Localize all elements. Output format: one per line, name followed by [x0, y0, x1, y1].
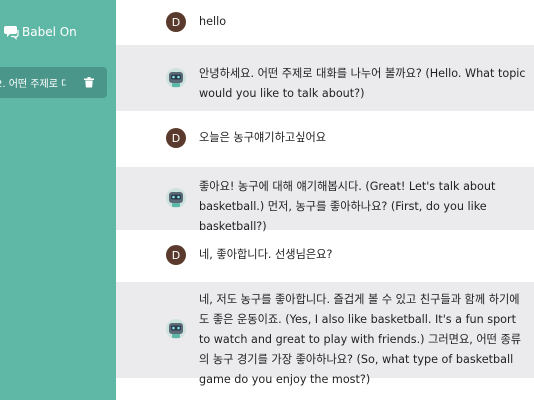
- message-row: D 오늘은 농구얘기하고싶어요: [116, 111, 534, 167]
- message-row: 좋아요! 농구에 대해 얘기해봅시다. (Great! Let's talk a…: [116, 167, 534, 233]
- user-avatar: D: [166, 245, 186, 265]
- message-text: 오늘은 농구얘기하고싶어요: [199, 131, 327, 144]
- robot-avatar-icon: [166, 68, 186, 88]
- message-text: 네, 좋아합니다. 선생님은요?: [199, 248, 333, 261]
- message-text: 안녕하세요. 어떤 주제로 대화를 나누어 볼까요? (Hello. What …: [199, 67, 526, 100]
- app-name: Babel On: [22, 25, 77, 39]
- message-row: D 네, 좋아합니다. 선생님은요?: [116, 230, 534, 282]
- user-avatar: D: [166, 12, 186, 32]
- robot-avatar-icon: [166, 319, 186, 339]
- message-text: 네, 저도 농구를 좋아합니다. 즐겁게 볼 수 있고 친구들과 함께 하기에도…: [199, 293, 522, 386]
- message-row: 안녕하세요. 어떤 주제로 대화를 나누어 볼까요? (Hello. What …: [116, 45, 534, 111]
- chat-area: D hello 안녕하세요. 어떤 주제로 대화를 나누어 볼까요? (Hell…: [116, 0, 534, 400]
- message-text: 좋아요! 농구에 대해 얘기해봅시다. (Great! Let's talk a…: [199, 180, 496, 233]
- message-text: hello: [199, 15, 227, 28]
- trash-icon[interactable]: [83, 77, 95, 89]
- message-row: D hello: [116, 0, 534, 45]
- conversation-item[interactable]: 2. 어떤 주제로 대...: [0, 67, 107, 98]
- message-row: 네, 저도 농구를 좋아합니다. 즐겁게 볼 수 있고 친구들과 함께 하기에도…: [116, 282, 534, 386]
- chat-bubbles-icon: [4, 26, 19, 40]
- robot-avatar-icon: [166, 188, 186, 208]
- conversation-title: 2. 어떤 주제로 대...: [0, 79, 66, 90]
- user-avatar: D: [166, 128, 186, 148]
- app-brand[interactable]: Babel On: [4, 21, 77, 43]
- sidebar: Babel On 2. 어떤 주제로 대...: [0, 0, 116, 400]
